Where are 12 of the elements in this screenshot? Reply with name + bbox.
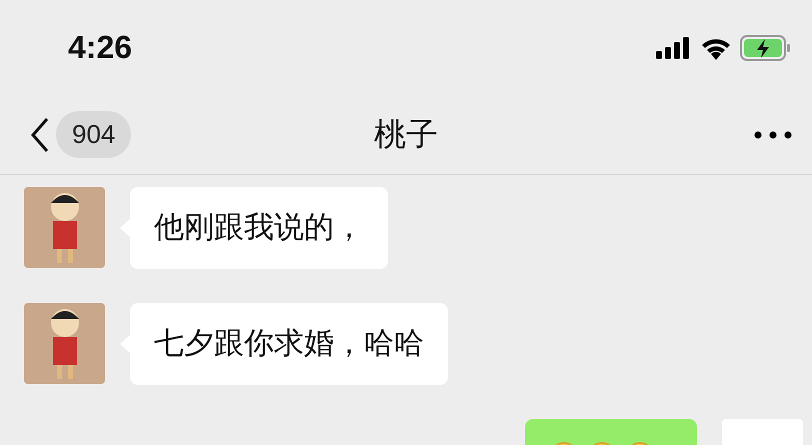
message-bubble: 七夕跟你求婚，哈哈 <box>130 303 448 385</box>
cartoon-avatar[interactable] <box>24 303 105 384</box>
status-time: 4:26 <box>68 29 132 66</box>
back-button[interactable]: 904 <box>30 111 132 158</box>
unread-count: 904 <box>56 111 132 158</box>
signal-icon <box>656 36 692 58</box>
back-chevron-icon <box>30 116 50 152</box>
battery-icon <box>740 34 792 60</box>
cartoon-avatar[interactable] <box>24 187 105 268</box>
more-icon[interactable] <box>754 130 792 138</box>
chat-title: 桃子 <box>374 114 438 154</box>
message-bubble: 他刚跟我说的， <box>130 187 388 269</box>
